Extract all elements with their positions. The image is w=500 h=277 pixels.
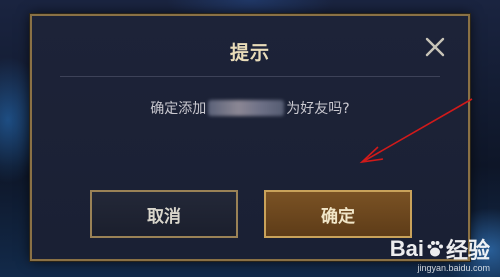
watermark-url: jingyan.baidu.com [417, 263, 490, 273]
blurred-player-name [208, 100, 285, 116]
message-prefix: 确定添加 [150, 101, 207, 117]
cancel-button[interactable]: 取消 [90, 190, 238, 238]
watermark-brand-right: 经验 [445, 238, 490, 263]
paw-icon [427, 241, 443, 257]
watermark-brand: Bai 经验 [390, 233, 490, 265]
dialog-title: 提示 [229, 42, 270, 64]
close-icon[interactable] [424, 36, 446, 58]
confirm-dialog: 提示 确定添加 为好友吗? 取消 确定 [30, 14, 470, 261]
title-divider [60, 76, 440, 77]
confirm-button[interactable]: 确定 [264, 190, 412, 238]
message-suffix: 为好友吗? [286, 101, 350, 117]
dialog-message: 确定添加 为好友吗? [32, 98, 468, 118]
watermark-brand-left: Bai [389, 236, 424, 261]
baidu-jingyan-watermark: Bai 经验 jingyan.baidu.com [390, 233, 490, 273]
